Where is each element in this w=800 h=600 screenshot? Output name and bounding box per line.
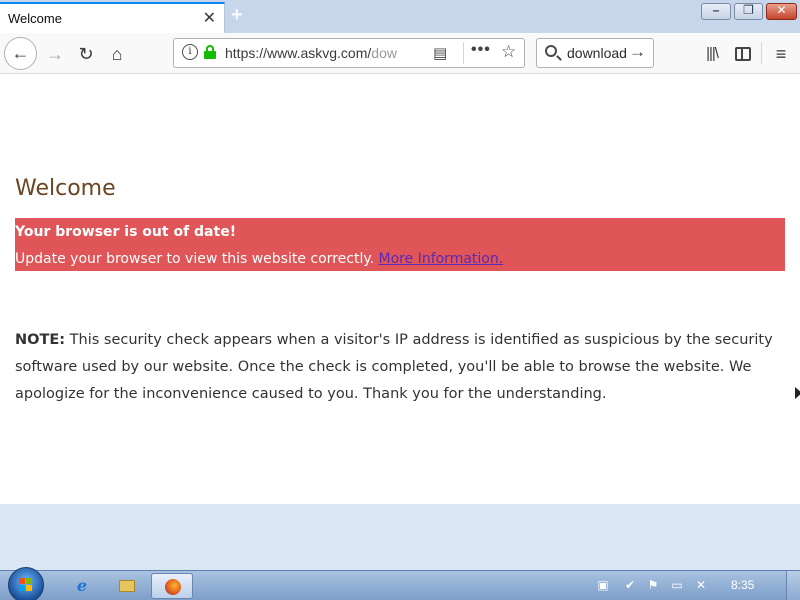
volume-muted-icon[interactable]: ✕ bbox=[694, 577, 708, 593]
network-icon[interactable]: ▭ bbox=[670, 577, 684, 593]
toolbar-separator bbox=[761, 42, 762, 64]
bookmark-star-icon[interactable]: ☆ bbox=[501, 42, 516, 62]
page-content: Welcome Your browser is out of date! Upd… bbox=[0, 74, 800, 504]
action-center-flag-icon[interactable]: ⚑ bbox=[646, 577, 660, 593]
forward-button[interactable]: → bbox=[40, 39, 70, 69]
search-go-icon[interactable]: → bbox=[629, 42, 646, 62]
search-icon bbox=[545, 45, 557, 57]
page-title: Welcome bbox=[15, 176, 116, 201]
security-note: NOTE: This security check appears when a… bbox=[15, 327, 790, 408]
site-info-icon[interactable]: i bbox=[182, 44, 198, 60]
firefox-taskbar-button[interactable] bbox=[151, 573, 193, 599]
tab-strip: Welcome ✕ + – ❐ ✕ bbox=[0, 0, 800, 33]
sidebar-button[interactable] bbox=[728, 39, 758, 69]
navigation-toolbar: ← → ↻ ⌂ i https://www.askvg.com/dow ▤ ••… bbox=[0, 33, 800, 74]
note-text: This security check appears when a visit… bbox=[15, 332, 773, 402]
url-separator bbox=[463, 42, 464, 64]
security-shield-icon[interactable]: ✔ bbox=[623, 577, 637, 593]
page-footer-area bbox=[0, 504, 800, 570]
minimize-button[interactable]: – bbox=[701, 3, 731, 20]
mouse-cursor-icon bbox=[795, 387, 800, 399]
search-bar[interactable]: download → bbox=[536, 38, 654, 68]
outdated-browser-alert: Your browser is out of date! Update your… bbox=[15, 218, 785, 271]
close-icon: ✕ bbox=[776, 3, 787, 17]
page-actions-icon[interactable]: ••• bbox=[471, 41, 491, 59]
internet-explorer-icon[interactable]: e bbox=[61, 573, 103, 599]
tab-welcome[interactable]: Welcome ✕ bbox=[0, 2, 225, 33]
url-faded: dow bbox=[371, 45, 397, 61]
start-button[interactable] bbox=[8, 567, 44, 600]
minimize-icon: – bbox=[712, 3, 720, 17]
taskbar: e ▣ ✔ ⚑ ▭ ✕ 8:35 bbox=[0, 567, 800, 600]
reader-view-icon[interactable]: ▤ bbox=[433, 44, 447, 62]
folder-icon bbox=[119, 580, 135, 592]
maximize-icon: ❐ bbox=[743, 3, 754, 17]
alert-title: Your browser is out of date! bbox=[15, 224, 237, 240]
reload-button[interactable]: ↻ bbox=[71, 39, 101, 69]
more-information-link[interactable]: More Information. bbox=[379, 251, 504, 267]
new-tab-button[interactable]: + bbox=[231, 4, 243, 27]
menu-button[interactable]: ≡ bbox=[766, 39, 796, 69]
firefox-icon bbox=[165, 579, 181, 595]
file-explorer-button[interactable] bbox=[106, 573, 148, 599]
alert-message: Update your browser to view this website… bbox=[15, 251, 375, 267]
address-bar[interactable]: i https://www.askvg.com/dow ▤ ••• ☆ bbox=[173, 38, 525, 68]
show-desktop-button[interactable] bbox=[786, 571, 800, 600]
url-text[interactable]: https://www.askvg.com/dow bbox=[225, 45, 400, 61]
clock[interactable]: 8:35 bbox=[731, 578, 754, 592]
tray-app-icon[interactable]: ▣ bbox=[596, 577, 610, 593]
tab-title: Welcome bbox=[8, 11, 62, 26]
close-window-button[interactable]: ✕ bbox=[766, 3, 797, 20]
search-input[interactable]: download bbox=[567, 45, 627, 61]
back-button[interactable]: ← bbox=[4, 37, 37, 70]
library-button[interactable]: |||\ bbox=[697, 39, 727, 69]
tab-close-icon[interactable]: ✕ bbox=[203, 8, 216, 28]
note-label: NOTE: bbox=[15, 332, 66, 348]
lock-icon bbox=[204, 45, 216, 59]
alert-message-line: Update your browser to view this website… bbox=[15, 250, 785, 269]
windows-logo-icon bbox=[19, 578, 33, 592]
url-main: https://www.askvg.com/ bbox=[225, 45, 372, 61]
sidebar-icon bbox=[735, 47, 751, 61]
home-button[interactable]: ⌂ bbox=[102, 39, 132, 69]
maximize-button[interactable]: ❐ bbox=[734, 3, 763, 20]
